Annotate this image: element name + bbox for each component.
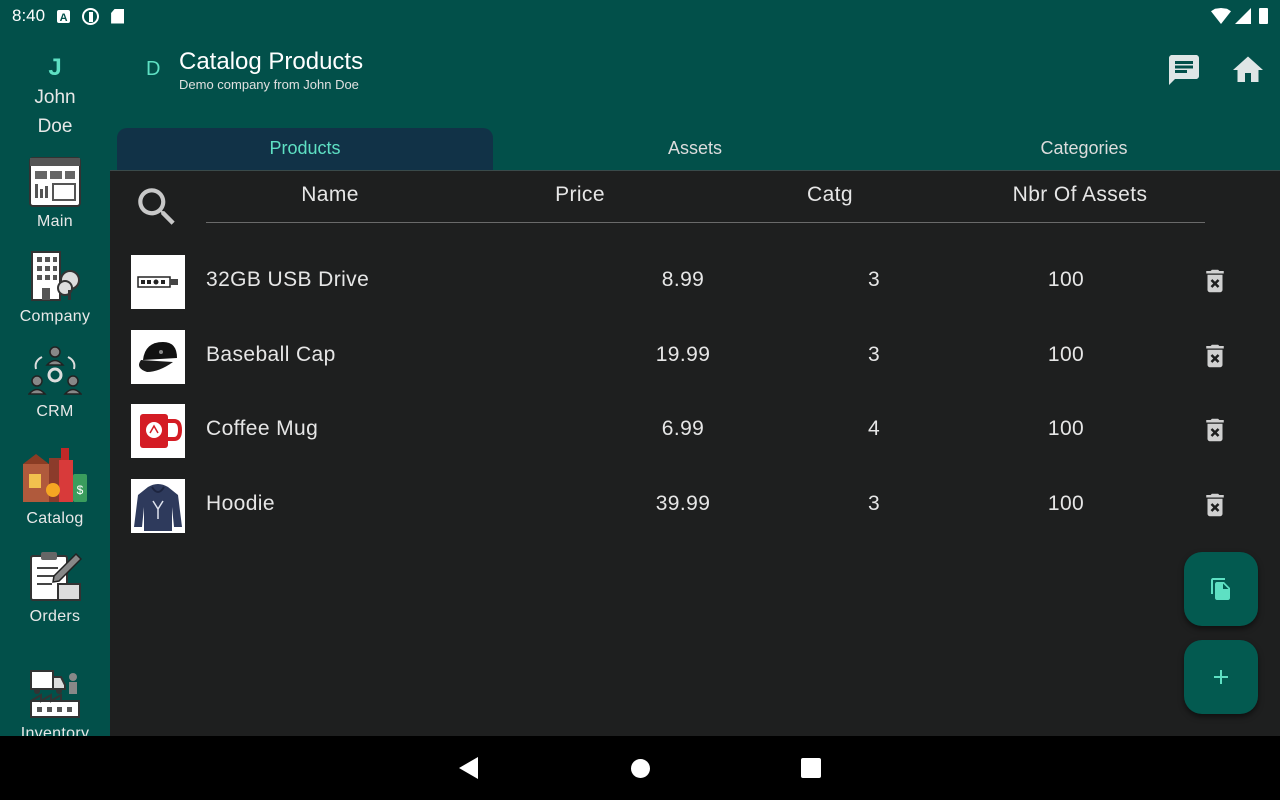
- status-time: 8:40: [12, 6, 46, 25]
- inventory-warehouse-icon: [30, 670, 80, 718]
- column-header-price[interactable]: Price: [530, 183, 630, 207]
- product-thumbnail: [131, 255, 185, 309]
- table-row[interactable]: Baseball Cap 19.99 3 100: [110, 327, 1280, 387]
- system-navigation-bar: [0, 736, 1280, 800]
- page-title: Catalog Products: [179, 48, 364, 75]
- dashboard-icon: [29, 157, 81, 207]
- battery-icon: [1259, 8, 1268, 24]
- add-icon: [1214, 670, 1228, 684]
- p-notification-icon: [82, 7, 100, 25]
- svg-text:$: $: [77, 483, 84, 497]
- navigation-rail: J John Doe Main Company CRM $ Catalog Or…: [0, 32, 110, 736]
- product-thumbnail: [131, 404, 185, 458]
- product-nbr-of-assets: 100: [1047, 268, 1085, 291]
- product-name: 32GB USB Drive: [206, 268, 370, 291]
- product-name: Coffee Mug: [206, 417, 319, 440]
- rail-item-crm[interactable]: CRM: [0, 345, 110, 421]
- rail-item-label: CRM: [36, 403, 74, 420]
- column-header-nbr-of-assets[interactable]: Nbr Of Assets: [980, 183, 1180, 207]
- building-icon: [31, 251, 80, 301]
- product-price: 39.99: [655, 492, 711, 515]
- product-catg: 3: [867, 492, 881, 515]
- rail-item-label: Main: [37, 213, 73, 230]
- user-first-name: John: [34, 87, 76, 108]
- product-catg: 3: [867, 268, 881, 291]
- column-header-catg[interactable]: Catg: [780, 183, 880, 207]
- table-row[interactable]: Coffee Mug 6.99 4 100: [110, 401, 1280, 461]
- user-profile[interactable]: J John Doe: [0, 32, 110, 140]
- rail-item-inventory[interactable]: Inventory: [0, 667, 110, 736]
- copy-fab[interactable]: [1184, 552, 1258, 626]
- orders-clipboard-icon: [30, 552, 82, 601]
- product-thumbnail: [131, 479, 185, 533]
- rail-item-main[interactable]: Main: [0, 157, 110, 231]
- sd-card-icon: [111, 8, 125, 24]
- delete-forever-icon: [1206, 344, 1224, 368]
- tab-categories[interactable]: Categories: [900, 128, 1268, 171]
- delete-button[interactable]: [1200, 415, 1230, 445]
- user-initial: J: [48, 54, 62, 81]
- home-button[interactable]: [1230, 52, 1266, 88]
- product-thumbnail: [131, 330, 185, 384]
- delete-forever-icon: [1206, 269, 1224, 293]
- product-name: Baseball Cap: [206, 343, 336, 366]
- column-header-name[interactable]: Name: [280, 183, 380, 207]
- delete-button[interactable]: [1200, 341, 1230, 371]
- product-nbr-of-assets: 100: [1047, 343, 1085, 366]
- rail-item-catalog[interactable]: $ Catalog: [0, 444, 110, 528]
- add-fab[interactable]: [1184, 640, 1258, 714]
- tab-bar: Products Assets Categories: [110, 128, 1280, 171]
- coffee-mug-image: [140, 414, 183, 448]
- table-row[interactable]: 32GB USB Drive 8.99 3 100: [110, 252, 1280, 312]
- user-last-name: Doe: [37, 116, 73, 137]
- home-circle-icon[interactable]: [631, 759, 650, 778]
- a-notification-icon: A: [57, 9, 71, 24]
- catalog-products-icon: $: [23, 448, 87, 502]
- product-price: 8.99: [661, 268, 705, 291]
- tab-assets[interactable]: Assets: [510, 128, 880, 171]
- back-icon[interactable]: [459, 757, 478, 779]
- recents-icon[interactable]: [801, 758, 821, 778]
- rail-item-company[interactable]: Company: [0, 250, 110, 326]
- tab-divider: [110, 170, 1280, 171]
- crm-network-icon: [28, 346, 82, 395]
- search-icon: [138, 188, 175, 225]
- product-price: 6.99: [661, 417, 705, 440]
- copy-icon: [1211, 578, 1230, 600]
- rail-item-label: Inventory: [20, 725, 90, 736]
- product-catg: 4: [867, 417, 881, 440]
- tab-products[interactable]: Products: [117, 128, 493, 171]
- product-nbr-of-assets: 100: [1047, 417, 1085, 440]
- search-button[interactable]: [132, 182, 182, 232]
- wifi-icon: [1211, 8, 1231, 24]
- hoodie-image: [134, 484, 182, 531]
- rail-item-label: Catalog: [26, 510, 84, 527]
- home-icon: [1233, 56, 1263, 82]
- delete-forever-icon: [1206, 418, 1224, 442]
- product-catg: 3: [867, 343, 881, 366]
- company-initial[interactable]: D: [146, 58, 160, 81]
- table-row[interactable]: Hoodie 39.99 3 100: [110, 476, 1280, 536]
- delete-button[interactable]: [1200, 490, 1230, 520]
- rail-item-orders[interactable]: Orders: [0, 550, 110, 626]
- header-divider: [206, 222, 1205, 223]
- product-name: Hoodie: [206, 492, 275, 515]
- rail-item-label: Orders: [29, 608, 81, 625]
- chat-button[interactable]: [1166, 52, 1202, 88]
- baseball-cap-image: [139, 342, 177, 372]
- signal-icon: [1235, 8, 1251, 24]
- chat-icon: [1169, 55, 1199, 85]
- product-nbr-of-assets: 100: [1047, 492, 1085, 515]
- rail-item-label: Company: [19, 308, 91, 325]
- delete-forever-icon: [1206, 493, 1224, 517]
- page-subtitle: Demo company from John Doe: [179, 77, 359, 92]
- delete-button[interactable]: [1200, 266, 1230, 296]
- product-price: 19.99: [655, 343, 711, 366]
- app-header: D Catalog Products Demo company from Joh…: [110, 32, 1280, 128]
- status-bar: 8:40 A: [0, 0, 1280, 32]
- usb-drive-image: [137, 276, 178, 288]
